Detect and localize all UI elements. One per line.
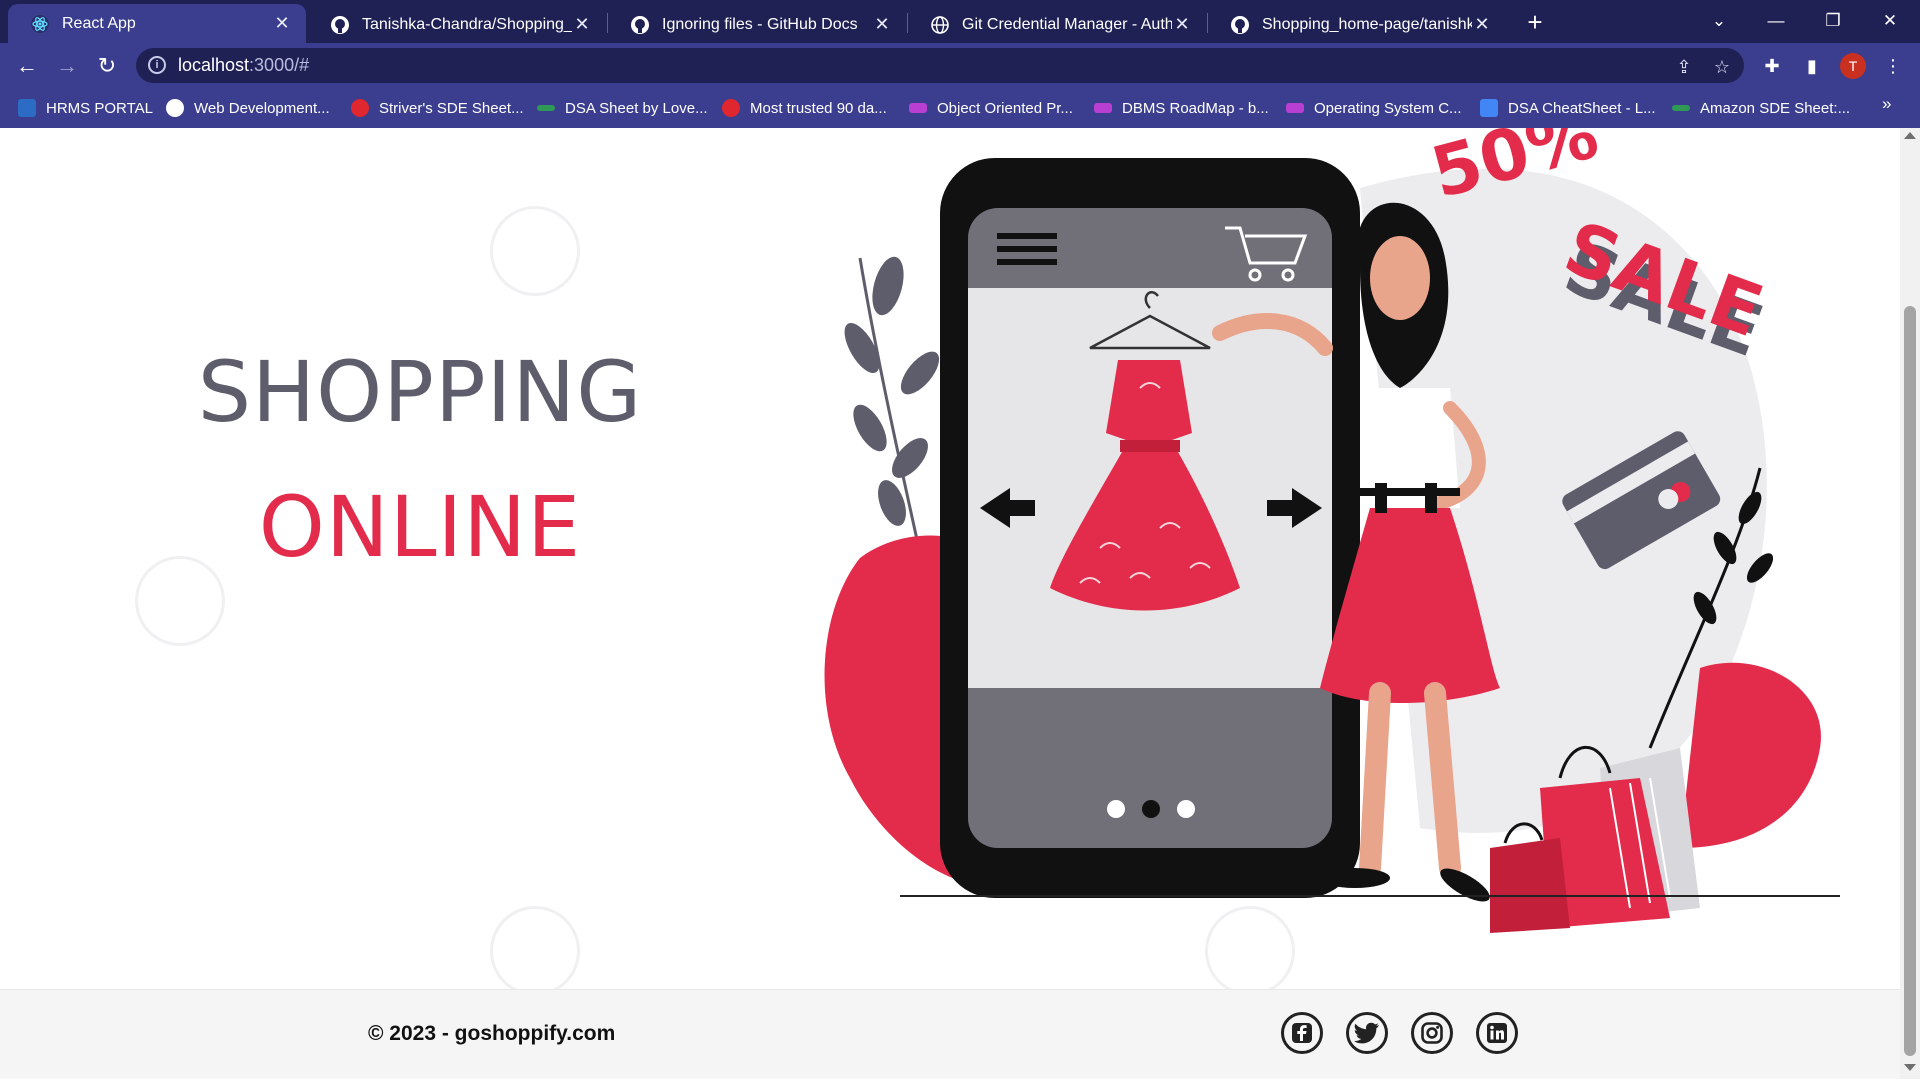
bookmark-oop[interactable]: Object Oriented Pr... [909, 96, 1073, 120]
close-tab-icon[interactable]: ✕ [872, 14, 892, 35]
bookmark-label: Operating System C... [1314, 99, 1462, 117]
back-button[interactable]: ← [12, 51, 42, 81]
scrollbar-thumb[interactable] [1904, 306, 1916, 1056]
close-tab-icon[interactable]: ✕ [1472, 14, 1492, 35]
bookmark-dbms[interactable]: DBMS RoadMap - b... [1094, 96, 1269, 120]
bookmark-hrms[interactable]: HRMS PORTAL [18, 96, 153, 120]
bookmarks-bar: HRMS PORTAL Web Development... Striver's… [0, 88, 1920, 128]
close-tab-icon[interactable]: ✕ [272, 13, 292, 34]
tab-git-credential[interactable]: Git Credential Manager - Authen ✕ [908, 6, 1206, 43]
web-dev-icon [166, 99, 184, 117]
copyright-text: © 2023 - goshoppify.com [368, 1022, 616, 1045]
close-tab-icon[interactable]: ✕ [1172, 14, 1192, 35]
bookmark-label: DBMS RoadMap - b... [1122, 99, 1269, 117]
hero-title-online: ONLINE [258, 478, 582, 576]
github-icon [330, 15, 350, 35]
code-icon [1672, 105, 1690, 111]
bookmark-web-dev[interactable]: Web Development... [166, 96, 330, 120]
bookmark-label: Amazon SDE Sheet:... [1700, 99, 1851, 117]
url-text: localhost:3000/# [178, 55, 309, 76]
minimize-button[interactable]: — [1754, 6, 1798, 36]
tab-title: React App [62, 14, 136, 32]
bookmark-label: Most trusted 90 da... [750, 99, 887, 117]
github-icon [1230, 15, 1250, 35]
more-bookmarks-button[interactable]: » [1882, 94, 1891, 114]
bookmark-label: DSA Sheet by Love... [565, 99, 708, 117]
restore-button[interactable]: ❐ [1811, 6, 1855, 36]
tab-title: Ignoring files - GitHub Docs [662, 15, 858, 33]
extensions-icon[interactable]: ✚ [1759, 53, 1785, 79]
tuf-icon [722, 99, 740, 117]
reload-button[interactable]: ↻ [92, 51, 122, 81]
tab-github-repo[interactable]: Tanishka-Chandra/Shopping_home ✕ [308, 6, 606, 43]
bookmark-amazon-sde[interactable]: Amazon SDE Sheet:... [1672, 96, 1850, 120]
bookmark-label: HRMS PORTAL [46, 99, 153, 117]
page-viewport: SHOPPING ONLINE 50% SALE SALE © 2023 - g… [0, 128, 1900, 1079]
address-bar[interactable]: i localhost:3000/# ⇪ ☆ [136, 48, 1744, 83]
hamburger-menu-icon [997, 233, 1057, 265]
hero-title-shopping: SHOPPING [197, 343, 643, 441]
red-leaf-right [1680, 662, 1821, 848]
bookmark-label: Web Development... [194, 99, 330, 117]
doc-icon [1480, 99, 1498, 117]
code-icon [537, 105, 555, 111]
tab-title: Shopping_home-page/tanishka-c [1262, 15, 1472, 33]
globe-icon [930, 15, 950, 35]
menu-kebab-icon[interactable]: ⋮ [1880, 53, 1906, 79]
tab-title: Git Credential Manager - Authen [962, 15, 1172, 33]
tab-search-icon[interactable]: ⌄ [1697, 6, 1741, 36]
profile-avatar[interactable]: T [1840, 53, 1866, 79]
close-window-button[interactable]: ✕ [1868, 6, 1912, 36]
url-host: localhost [178, 55, 250, 75]
phone [940, 158, 1360, 898]
side-panel-icon[interactable]: ▮ [1799, 53, 1825, 79]
tab-github-docs[interactable]: Ignoring files - GitHub Docs ✕ [608, 6, 906, 43]
bookmark-most-trusted[interactable]: Most trusted 90 da... [722, 96, 887, 120]
ds-icon [1094, 103, 1112, 113]
new-tab-button[interactable]: + [1520, 8, 1550, 36]
twitter-icon[interactable] [1346, 1012, 1388, 1054]
watermark [490, 906, 580, 996]
forward-button[interactable]: → [52, 51, 82, 81]
tuf-icon [351, 99, 369, 117]
site-info-icon[interactable]: i [148, 56, 166, 74]
bookmark-star-icon[interactable]: ☆ [1711, 56, 1733, 78]
tab-title: Tanishka-Chandra/Shopping_home [362, 15, 572, 33]
ds-icon [1286, 103, 1304, 113]
watermark [490, 206, 580, 296]
instagram-icon[interactable] [1411, 1012, 1453, 1054]
bookmark-striver[interactable]: Striver's SDE Sheet... [351, 96, 524, 120]
bookmark-dsa-cheatsheet[interactable]: DSA CheatSheet - L... [1480, 96, 1656, 120]
bookmark-label: Striver's SDE Sheet... [379, 99, 524, 117]
bookmark-os[interactable]: Operating System C... [1286, 96, 1462, 120]
footer: © 2023 - goshoppify.com [0, 989, 1900, 1079]
facebook-icon[interactable] [1281, 1012, 1323, 1054]
linkedin-icon[interactable] [1476, 1012, 1518, 1054]
close-tab-icon[interactable]: ✕ [572, 14, 592, 35]
shopping-illustration: 50% SALE SALE [824, 128, 1840, 933]
bookmark-label: Object Oriented Pr... [937, 99, 1073, 117]
bookmark-label: DSA CheatSheet - L... [1508, 99, 1656, 117]
bookmark-dsa-love[interactable]: DSA Sheet by Love... [537, 96, 708, 120]
url-path: :3000/# [249, 55, 310, 75]
scroll-up-arrow-icon[interactable] [1904, 132, 1916, 139]
scroll-down-arrow-icon[interactable] [1904, 1064, 1916, 1071]
react-icon [30, 14, 50, 34]
vertical-scrollbar[interactable] [1900, 128, 1920, 1079]
hrms-icon [18, 99, 36, 117]
share-icon[interactable]: ⇪ [1673, 56, 1695, 78]
ds-icon [909, 103, 927, 113]
github-icon [630, 15, 650, 35]
tab-react-app[interactable]: React App ✕ [8, 4, 306, 43]
tab-strip: React App ✕ Tanishka-Chandra/Shopping_ho… [0, 0, 1920, 43]
carousel-dots [1107, 800, 1195, 818]
tab-shopping-home[interactable]: Shopping_home-page/tanishka-c ✕ [1208, 6, 1506, 43]
toolbar: ← → ↻ i localhost:3000/# ⇪ ☆ [0, 43, 1920, 88]
